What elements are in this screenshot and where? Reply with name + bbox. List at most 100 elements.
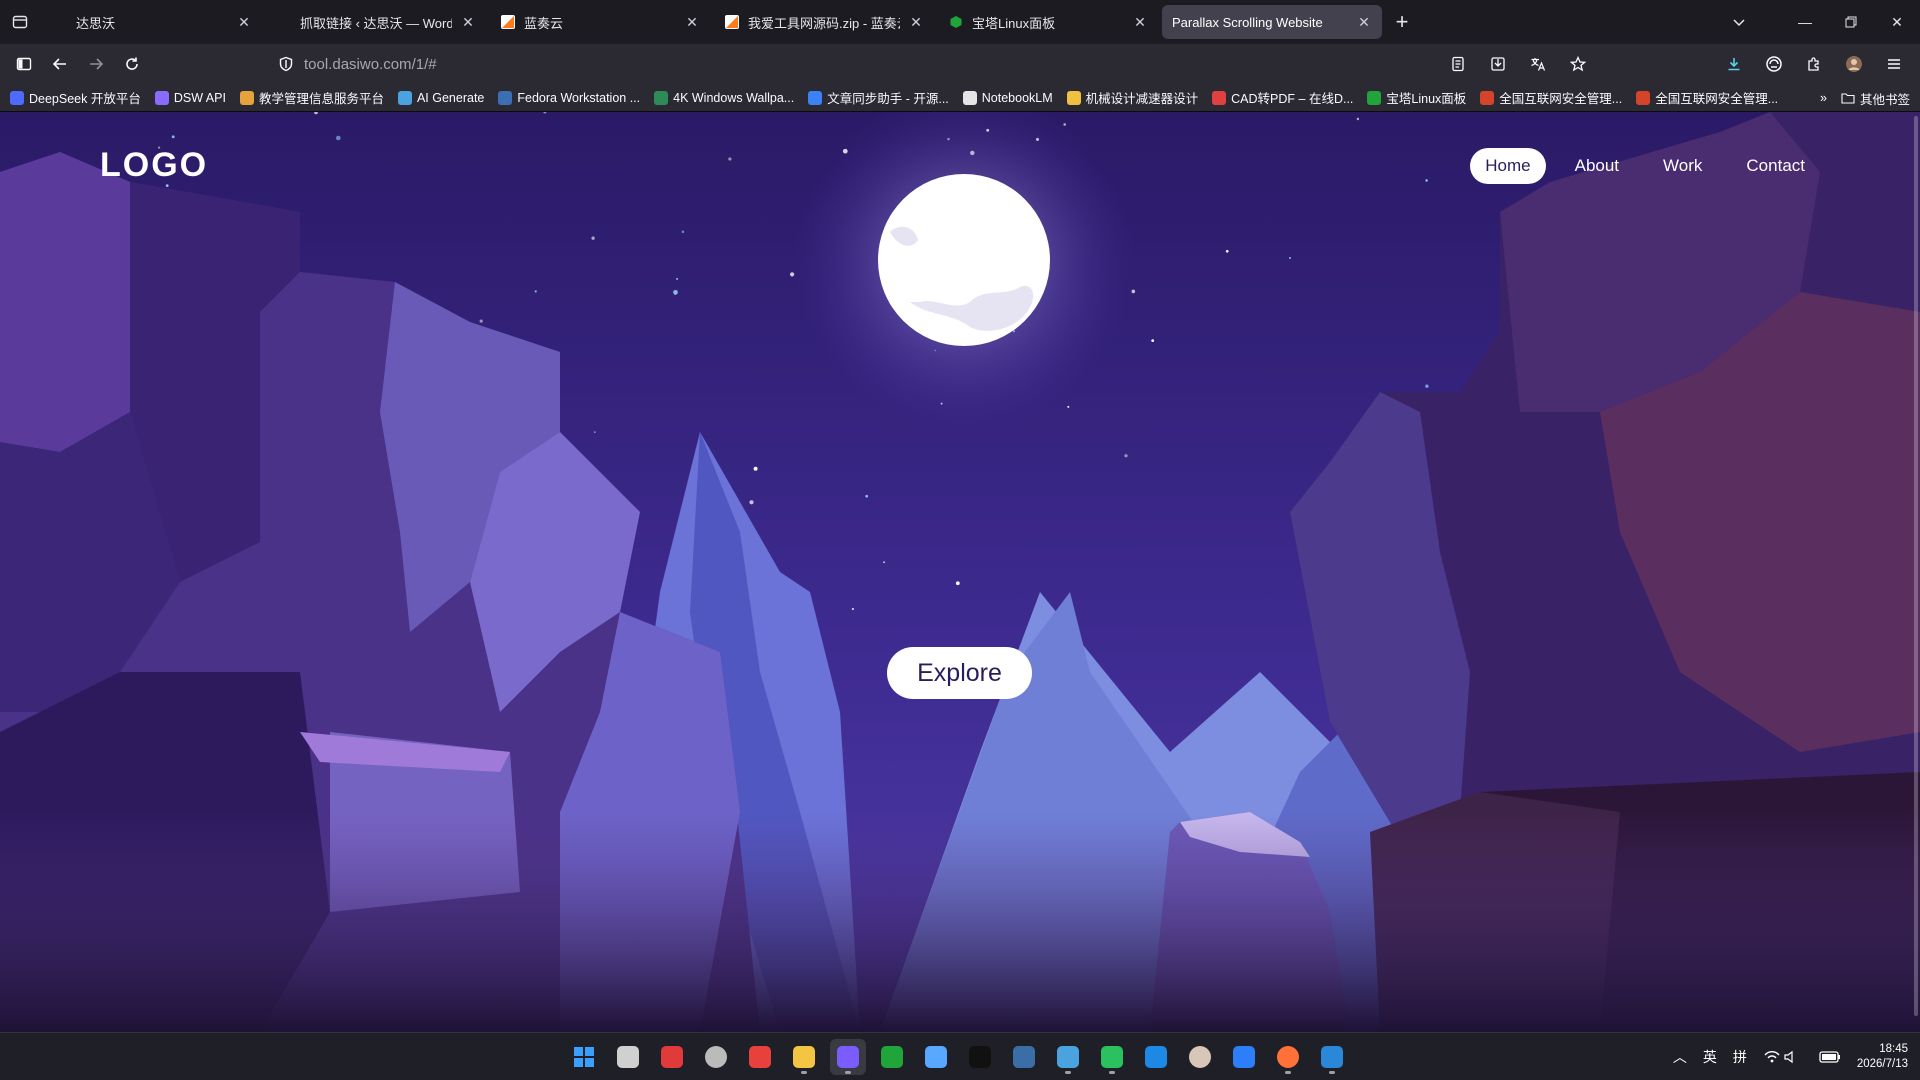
taskbar-app[interactable] [566, 1039, 602, 1075]
tab-list-dropdown[interactable] [1716, 0, 1762, 44]
tab-close-icon[interactable]: ✕ [908, 14, 924, 30]
parallax-background [0, 112, 1920, 1032]
address-bar-actions [1440, 48, 1596, 80]
site-nav-work[interactable]: Work [1648, 148, 1717, 184]
taskbar-app[interactable] [830, 1039, 866, 1075]
bookmark-item[interactable]: DeepSeek 开放平台 [10, 88, 141, 107]
bookmark-favicon-icon [808, 90, 823, 105]
back-button[interactable] [42, 48, 78, 80]
windows-taskbar: ︿ 英 拼 18:45 2026/7/13 [0, 1032, 1920, 1080]
bookmark-item[interactable]: CAD转PDF – 在线D... [1212, 88, 1353, 107]
site-nav-about[interactable]: About [1560, 148, 1634, 184]
web-page: LOGO Home About Work Contact Explore [0, 112, 1920, 1032]
save-page-button[interactable] [1480, 48, 1516, 80]
chevron-double-right-icon[interactable]: » [1820, 91, 1827, 105]
forward-button[interactable] [78, 48, 114, 80]
ime-mode[interactable]: 拼 [1733, 1047, 1747, 1067]
translate-button[interactable] [1520, 48, 1556, 80]
taskbar-app[interactable] [962, 1039, 998, 1075]
close-window-button[interactable]: ✕ [1874, 0, 1920, 44]
tab-lanzou-file[interactable]: 我爱工具网源码.zip - 蓝奏云 ✕ [714, 5, 934, 39]
account-avatar-icon [1846, 56, 1862, 72]
taskbar-app[interactable] [1094, 1039, 1130, 1075]
bookmark-item[interactable]: Fedora Workstation ... [498, 90, 640, 105]
star [1288, 256, 1292, 260]
bookmark-item[interactable]: NotebookLM [962, 90, 1053, 105]
wordpress-icon [1013, 1046, 1035, 1068]
site-nav-contact[interactable]: Contact [1731, 148, 1820, 184]
tab-parallax[interactable]: Parallax Scrolling Website ✕ [1162, 5, 1382, 39]
tab-lanzou[interactable]: 蓝奏云 ✕ [490, 5, 710, 39]
sidebar-toggle-button[interactable] [6, 48, 42, 80]
bookmark-item[interactable]: 全国互联网安全管理... [1636, 88, 1778, 107]
taskbar-app[interactable] [742, 1039, 778, 1075]
star [171, 135, 175, 139]
bookmark-item[interactable]: AI Generate [397, 90, 485, 105]
plus-icon: + [1395, 9, 1409, 34]
taskbar-app[interactable] [1314, 1039, 1350, 1075]
tab-baota[interactable]: 宝塔Linux面板 ✕ [938, 5, 1158, 39]
taskbar-app[interactable] [918, 1039, 954, 1075]
taskbar-app[interactable] [654, 1039, 690, 1075]
account-button[interactable] [1836, 48, 1872, 80]
bookmark-item[interactable]: 机械设计减速器设计 [1066, 88, 1199, 107]
bookmark-item[interactable]: 教学管理信息服务平台 [239, 88, 384, 107]
bookmark-item[interactable]: 全国互联网安全管理... [1480, 88, 1622, 107]
taskbar-app[interactable] [610, 1039, 646, 1075]
taskbar-app[interactable] [786, 1039, 822, 1075]
taskbar-app[interactable] [1050, 1039, 1086, 1075]
tab-close-icon[interactable]: ✕ [236, 14, 252, 30]
tab-close-icon[interactable]: ✕ [460, 14, 476, 30]
bookmark-star-button[interactable] [1560, 48, 1596, 80]
other-bookmarks-folder[interactable]: 其他书签 [1841, 89, 1910, 108]
shield-icon[interactable] [278, 56, 294, 72]
tab-close-icon[interactable]: ✕ [1132, 14, 1148, 30]
tab-dasiwo[interactable]: 达思沃 ✕ [42, 5, 262, 39]
system-clock[interactable]: 18:45 2026/7/13 [1857, 1042, 1908, 1072]
taskbar-app[interactable] [1006, 1039, 1042, 1075]
taskbar-app[interactable] [1270, 1039, 1306, 1075]
downloads-button[interactable] [1716, 48, 1752, 80]
tab-wordpress[interactable]: 抓取链接 ‹ 达思沃 — WordPress ✕ [266, 5, 486, 39]
network-volume-icons[interactable] [1763, 1049, 1803, 1065]
restore-button[interactable] [1828, 0, 1874, 44]
bookmark-item[interactable]: 4K Windows Wallpa... [654, 90, 794, 105]
tab-close-icon[interactable]: ✕ [684, 14, 700, 30]
tab-close-icon[interactable]: ✕ [1356, 14, 1372, 30]
bookmark-label: AI Generate [416, 90, 485, 105]
bookmark-item[interactable]: 宝塔Linux面板 [1367, 88, 1466, 107]
star [1225, 249, 1229, 253]
running-indicator [1329, 1071, 1335, 1074]
taskbar-app[interactable] [874, 1039, 910, 1075]
reader-view-button[interactable] [1440, 48, 1476, 80]
taskbar-app[interactable] [1182, 1039, 1218, 1075]
page-scrollbar[interactable] [1914, 116, 1918, 1016]
minimize-button[interactable]: — [1782, 0, 1828, 44]
menu-button[interactable] [1876, 48, 1912, 80]
site-logo[interactable]: LOGO [100, 146, 208, 185]
bookmark-item[interactable]: DSW API [154, 90, 226, 105]
vpn-button[interactable] [1756, 48, 1792, 80]
baota-icon [948, 14, 964, 30]
tab-strip: 达思沃 ✕ 抓取链接 ‹ 达思沃 — WordPress ✕ 蓝奏云 ✕ 我爱工… [0, 0, 1920, 44]
site-nav-home[interactable]: Home [1470, 148, 1546, 184]
hamburger-icon [1888, 59, 1900, 69]
tray-overflow-icon[interactable]: ︿ [1673, 1047, 1687, 1067]
ime-language[interactable]: 英 [1703, 1047, 1717, 1067]
taskbar-app[interactable] [698, 1039, 734, 1075]
bookmark-label: 机械设计减速器设计 [1085, 92, 1199, 106]
tab-overview-button[interactable] [0, 0, 40, 44]
address-bar[interactable]: tool.dasiwo.com/1/# [266, 48, 1596, 80]
bookmark-item[interactable]: 文章同步助手 - 开源... [808, 88, 949, 107]
battery-icon[interactable] [1819, 1050, 1841, 1064]
url-text[interactable]: tool.dasiwo.com/1/# [304, 56, 437, 73]
new-tab-button[interactable]: + [1384, 5, 1420, 39]
avatar-icon [1189, 1046, 1211, 1068]
taskbar-app[interactable] [1138, 1039, 1174, 1075]
reload-button[interactable] [114, 48, 150, 80]
star [749, 500, 754, 505]
app-orange-icon [1145, 1046, 1167, 1068]
explore-button[interactable]: Explore [887, 647, 1032, 699]
taskbar-app[interactable] [1226, 1039, 1262, 1075]
extensions-button[interactable] [1796, 48, 1832, 80]
